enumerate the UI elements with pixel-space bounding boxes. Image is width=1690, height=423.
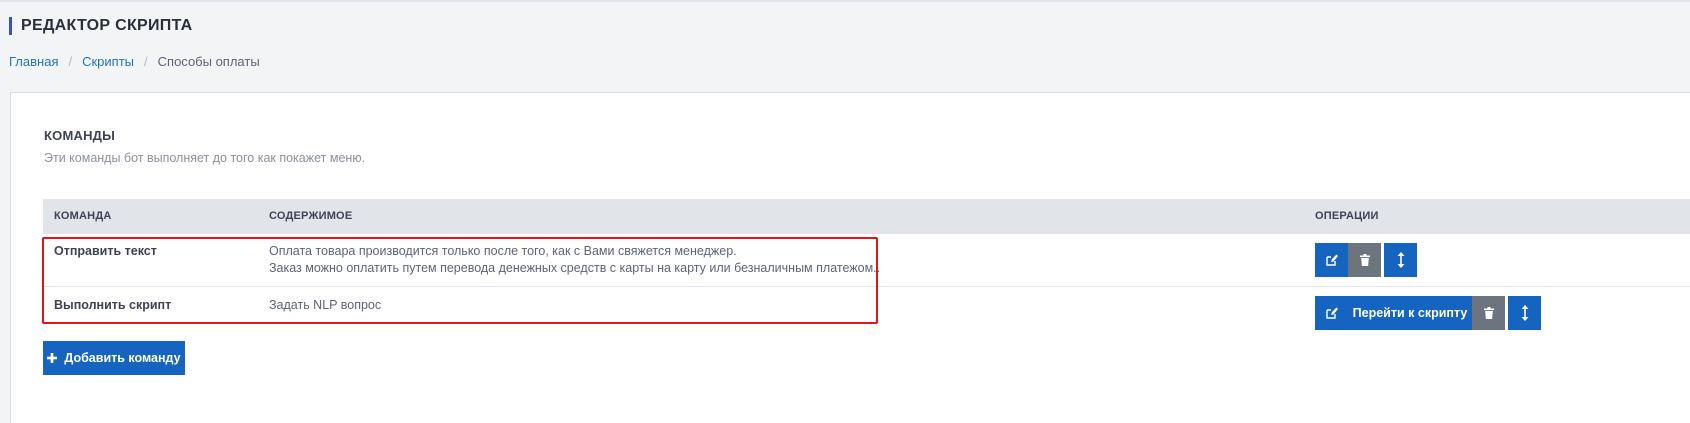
edit-icon [1325, 307, 1338, 319]
section-title: КОМАНДЫ [44, 128, 116, 143]
trash-icon [1483, 307, 1494, 319]
table-row: Отправить текст Оплата товара производит… [43, 234, 1690, 287]
table-header: КОМАНДА СОДЕРЖИМОЕ ОПЕРАЦИИ [43, 199, 1690, 234]
go-to-script-button[interactable]: Перейти к скрипту [1348, 296, 1472, 330]
content-line: Оплата товара производится только после … [269, 244, 737, 258]
commands-card: КОМАНДЫ Эти команды бот выполняет до тог… [10, 92, 1690, 423]
command-name: Отправить текст [54, 244, 157, 258]
edit-button[interactable] [1315, 243, 1348, 277]
row-operations [1315, 243, 1417, 277]
command-name: Выполнить скрипт [54, 298, 172, 312]
page-title: РЕДАКТОР СКРИПТА [9, 17, 193, 35]
move-vertical-icon [1521, 305, 1529, 321]
command-content: Оплата товара производится только после … [269, 243, 880, 277]
breadcrumb-home-link[interactable]: Главная [9, 55, 58, 69]
plus-icon [47, 353, 58, 363]
table-row: Выполнить скрипт Задать NLP вопрос Перей… [43, 287, 1690, 330]
header-content: СОДЕРЖИМОЕ [269, 210, 353, 222]
add-command-button[interactable]: Добавить команду [43, 341, 185, 375]
edit-icon [1325, 254, 1338, 266]
move-handle[interactable] [1508, 296, 1541, 330]
section-description: Эти команды бот выполняет до того как по… [44, 151, 366, 165]
breadcrumb-current: Способы оплаты [157, 54, 260, 69]
add-command-label: Добавить команду [64, 351, 181, 365]
header-command: КОМАНДА [54, 210, 112, 222]
top-divider [0, 0, 1690, 2]
content-line: Задать NLP вопрос [269, 298, 382, 312]
delete-button[interactable] [1472, 296, 1505, 330]
edit-button[interactable] [1315, 296, 1348, 330]
content-line: Заказ можно оплатить путем перевода дене… [269, 261, 881, 275]
breadcrumb-separator: / [68, 54, 73, 69]
trash-icon [1359, 254, 1370, 266]
delete-button[interactable] [1348, 243, 1381, 277]
breadcrumb-scripts-link[interactable]: Скрипты [82, 55, 134, 69]
header-operations: ОПЕРАЦИИ [1315, 210, 1379, 222]
breadcrumb-separator: / [144, 54, 148, 69]
move-handle[interactable] [1384, 243, 1417, 277]
command-content: Задать NLP вопрос [269, 297, 381, 314]
breadcrumb: Главная / Скрипты / Способы оплаты [9, 55, 260, 69]
move-vertical-icon [1397, 252, 1405, 268]
row-operations: Перейти к скрипту [1315, 296, 1541, 330]
